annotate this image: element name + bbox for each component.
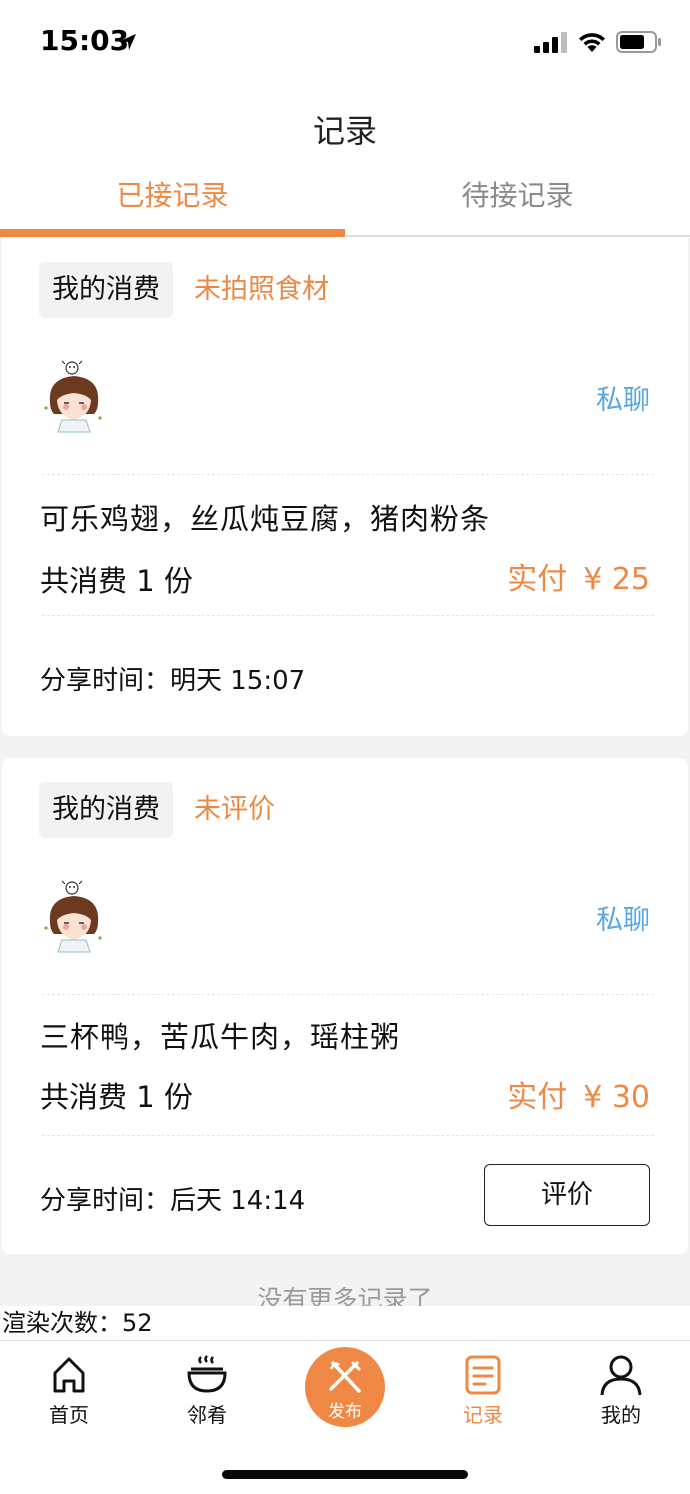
tabbar-label: 邻肴	[187, 1403, 227, 1427]
record-items: 可乐鸡翅，丝瓜炖豆腐，猪肉粉条	[40, 502, 491, 536]
avatar	[44, 360, 102, 433]
review-button[interactable]: 评价	[484, 1164, 650, 1226]
status-time: 15:03	[40, 24, 130, 57]
person-icon	[600, 1355, 642, 1396]
status-bar: 15:03	[0, 0, 690, 88]
private-chat-link[interactable]: 私聊	[596, 378, 650, 417]
paid-amount: ¥ 30	[583, 1080, 650, 1115]
record-tag: 我的消费	[39, 262, 173, 318]
divider	[42, 1135, 654, 1136]
publish-button[interactable]: 发布	[305, 1347, 385, 1427]
record-paid: 实付 ¥ 30	[507, 1072, 650, 1116]
page-title: 记录	[312, 112, 377, 150]
paid-amount: ¥ 25	[583, 562, 650, 597]
location-arrow-icon	[120, 34, 136, 50]
tabbar-label: 首页	[49, 1403, 89, 1427]
tabbar-label: 记录	[463, 1403, 503, 1427]
tab-active-indicator	[0, 229, 345, 237]
tab-accepted-records[interactable]: 已接记录	[0, 174, 345, 214]
signal-icon	[534, 32, 567, 53]
paid-label: 实付	[507, 562, 568, 597]
nav-bar: 记录 已接记录 待接记录	[0, 88, 690, 238]
divider	[42, 994, 654, 995]
record-quantity: 共消费 1 份	[40, 1080, 193, 1114]
record-status: 未评价	[194, 794, 275, 825]
publish-label: 发布	[328, 1402, 362, 1422]
divider	[42, 474, 654, 475]
avatar	[44, 880, 102, 953]
record-card: 我的消费 未评价 私聊 三杯鸭，苦瓜牛肉，瑶柱粥 共消费 1 份 实付 ¥ 30 …	[2, 758, 688, 1254]
notes-icon	[465, 1355, 501, 1395]
record-items: 三杯鸭，苦瓜牛肉，瑶柱粥	[40, 1020, 401, 1054]
fork-knife-icon	[329, 1361, 361, 1393]
record-paid: 实付 ¥ 25	[507, 554, 650, 598]
record-card: 我的消费 未拍照食材 私聊 可乐鸡翅，丝瓜炖豆腐，猪肉粉条 共消费 1 份 实付…	[2, 238, 688, 736]
share-time: 分享时间：明天 15:07	[40, 666, 306, 696]
tab-pending-records[interactable]: 待接记录	[345, 174, 690, 214]
tabbar-label: 我的	[601, 1403, 641, 1427]
tab-divider	[345, 235, 690, 237]
record-status: 未拍照食材	[194, 274, 329, 305]
home-indicator	[222, 1470, 468, 1479]
divider	[42, 615, 654, 616]
render-count: 渲染次数：52	[0, 1306, 690, 1340]
bowl-icon	[187, 1355, 227, 1393]
record-tag: 我的消费	[39, 782, 173, 838]
wifi-icon	[579, 33, 605, 52]
battery-icon	[616, 31, 661, 53]
private-chat-link[interactable]: 私聊	[596, 898, 650, 937]
paid-label: 实付	[507, 1080, 568, 1115]
share-time: 分享时间：后天 14:14	[40, 1186, 306, 1216]
record-quantity: 共消费 1 份	[40, 564, 193, 598]
home-icon	[53, 1357, 85, 1393]
